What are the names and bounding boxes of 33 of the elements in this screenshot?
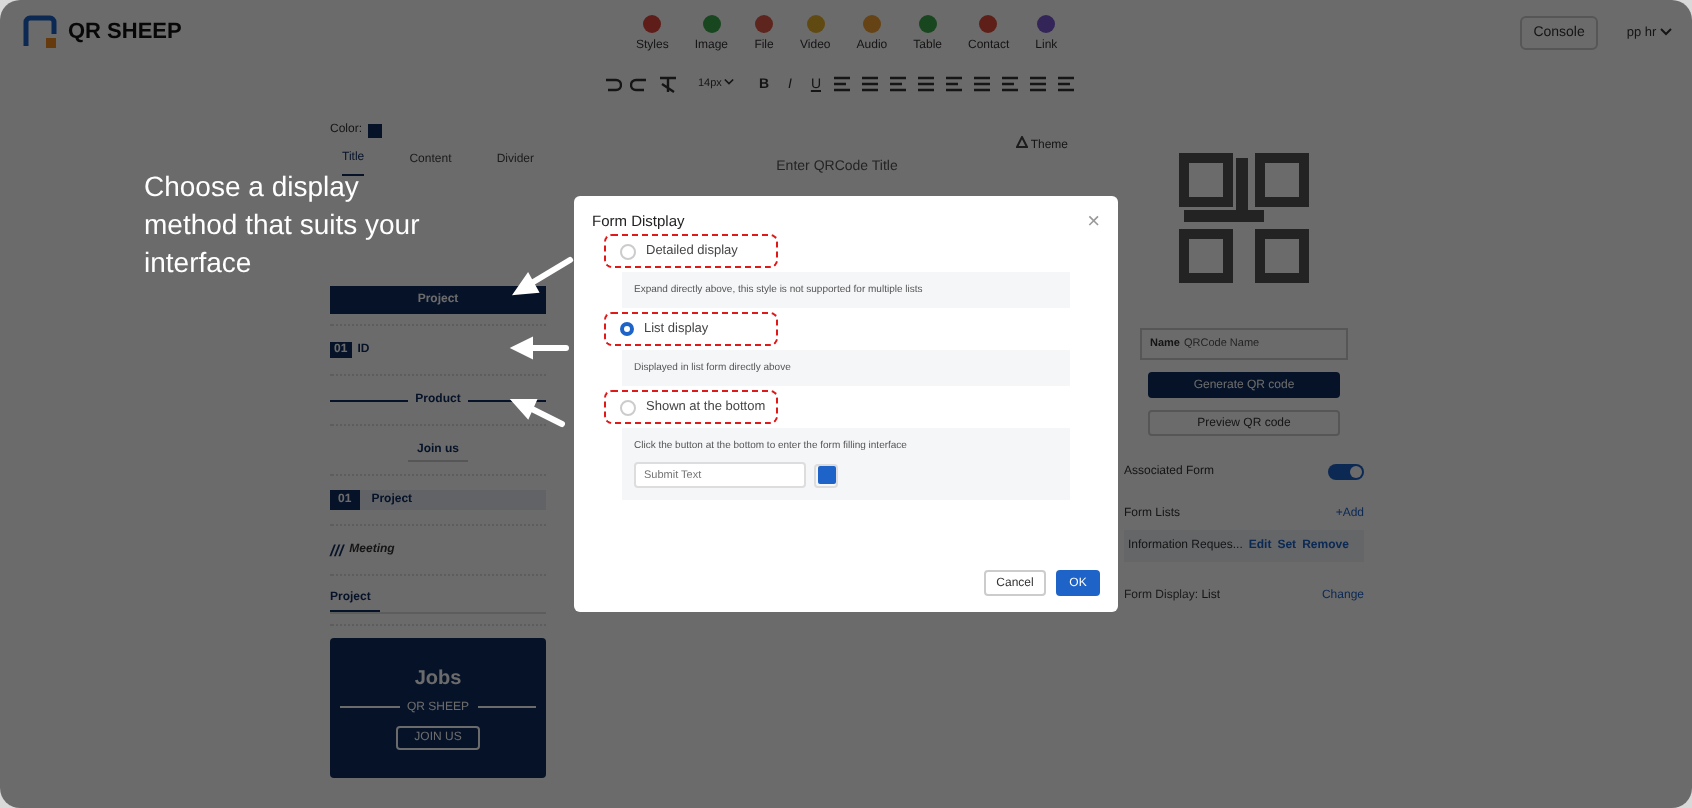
caret-icon (724, 78, 735, 86)
tool-icon (805, 13, 826, 33)
logo-text: QR SHEEP (68, 20, 182, 44)
clear-format-icon[interactable] (658, 74, 678, 94)
card-title: Jobs (414, 667, 462, 689)
logo-icon (20, 12, 60, 52)
align-icon[interactable] (972, 74, 993, 94)
tool-icon (917, 13, 938, 33)
color-swatch[interactable] (368, 123, 383, 137)
align-icon[interactable] (1056, 74, 1077, 94)
tool-icon (642, 13, 663, 33)
qr-code-placeholder-drawing (1174, 148, 1314, 288)
align-icon[interactable] (1000, 74, 1021, 94)
tool-icon (978, 13, 999, 33)
close-button[interactable]: × (1087, 213, 1100, 229)
align-icon[interactable] (888, 74, 909, 94)
tool-icon (754, 13, 775, 33)
caret-icon (1660, 27, 1672, 35)
tool-icon (1036, 13, 1057, 33)
radio-button[interactable] (620, 322, 634, 336)
tool-icon (861, 13, 882, 33)
toggle-switch[interactable] (1328, 464, 1364, 480)
align-icon[interactable] (916, 74, 937, 94)
align-icon[interactable] (1028, 74, 1049, 94)
undo-icon[interactable] (602, 74, 622, 94)
color-picker-button[interactable] (814, 463, 838, 487)
align-icon[interactable] (860, 74, 881, 94)
align-icon[interactable] (944, 74, 965, 94)
align-icon[interactable] (832, 74, 853, 94)
tool-icon (701, 13, 722, 33)
redo-icon[interactable] (630, 74, 650, 94)
slash-mark: /// (330, 541, 344, 559)
triangle-icon (1015, 136, 1028, 148)
